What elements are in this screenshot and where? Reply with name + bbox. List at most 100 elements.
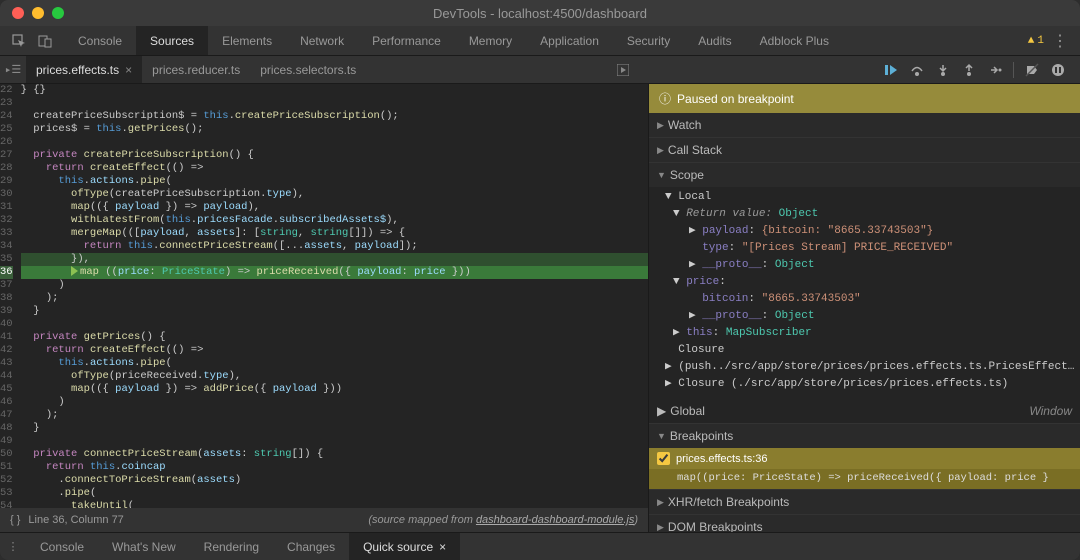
- maximize-window[interactable]: [52, 7, 64, 19]
- code-line[interactable]: return createEffect(() =>: [21, 162, 648, 175]
- code-line[interactable]: map(({ payload }) => payload),: [21, 201, 648, 214]
- step-button[interactable]: [983, 59, 1007, 81]
- code-line[interactable]: );: [21, 409, 648, 422]
- code-line[interactable]: .pipe(: [21, 487, 648, 500]
- pause-exceptions-button[interactable]: [1046, 59, 1070, 81]
- gutter-line[interactable]: 31: [0, 201, 13, 214]
- code-line[interactable]: this.actions.pipe(: [21, 357, 648, 370]
- code-line[interactable]: );: [21, 292, 648, 305]
- step-out-button[interactable]: [957, 59, 981, 81]
- file-tab[interactable]: prices.reducer.ts: [142, 56, 250, 83]
- gutter-line[interactable]: 52: [0, 474, 13, 487]
- source-map-link[interactable]: dashboard-dashboard-module.js: [476, 514, 634, 526]
- code-line[interactable]: }: [21, 305, 648, 318]
- gutter-line[interactable]: 39: [0, 305, 13, 318]
- gutter-line[interactable]: 54: [0, 500, 13, 508]
- panel-tab-adblock-plus[interactable]: Adblock Plus: [746, 26, 843, 55]
- scope-local[interactable]: ▼ Local: [649, 189, 1080, 206]
- file-tab[interactable]: prices.selectors.ts: [250, 56, 366, 83]
- panel-tab-audits[interactable]: Audits: [684, 26, 745, 55]
- xhr-breakpoints-section[interactable]: ▶XHR/fetch Breakpoints: [649, 490, 1080, 514]
- breakpoint-checkbox[interactable]: [657, 452, 670, 465]
- code-line[interactable]: ): [21, 279, 648, 292]
- gutter-line[interactable]: 48: [0, 422, 13, 435]
- code-line[interactable]: .connectToPriceStream(assets): [21, 474, 648, 487]
- panel-tab-performance[interactable]: Performance: [358, 26, 455, 55]
- gutter-line[interactable]: 34: [0, 240, 13, 253]
- scope-return[interactable]: ▼ Return value: Object: [649, 206, 1080, 223]
- deactivate-breakpoints-button[interactable]: [1020, 59, 1044, 81]
- gutter-line[interactable]: 25: [0, 123, 13, 136]
- gutter-line[interactable]: 38: [0, 292, 13, 305]
- gutter-line[interactable]: 23: [0, 97, 13, 110]
- kebab-menu-icon[interactable]: ⋮: [1052, 31, 1068, 51]
- code-editor[interactable]: 2223242526272829303132333435363738394041…: [0, 84, 648, 508]
- file-tab[interactable]: prices.effects.ts×: [26, 56, 142, 83]
- code-line[interactable]: mergeMap(([payload, assets]: [string, st…: [21, 227, 648, 240]
- callstack-section[interactable]: ▶Call Stack: [649, 138, 1080, 162]
- code-line[interactable]: [21, 318, 648, 331]
- code-line[interactable]: return createEffect(() =>: [21, 344, 648, 357]
- code-line[interactable]: private getPrices() {: [21, 331, 648, 344]
- gutter-line[interactable]: 45: [0, 383, 13, 396]
- code-line[interactable]: takeUntil(: [21, 500, 648, 508]
- code-line[interactable]: }: [21, 422, 648, 435]
- code-line[interactable]: ofType(priceReceived.type),: [21, 370, 648, 383]
- gutter-line[interactable]: 30: [0, 188, 13, 201]
- panel-tab-network[interactable]: Network: [286, 26, 358, 55]
- code-line[interactable]: [21, 97, 648, 110]
- code-line[interactable]: [21, 435, 648, 448]
- code-line[interactable]: this.actions.pipe(: [21, 175, 648, 188]
- code-line[interactable]: map ((price: PriceState) => priceReceive…: [21, 266, 648, 279]
- gutter-line[interactable]: 53: [0, 487, 13, 500]
- panel-tab-sources[interactable]: Sources: [136, 26, 208, 55]
- drawer-tab-changes[interactable]: Changes: [273, 533, 349, 560]
- gutter-line[interactable]: 29: [0, 175, 13, 188]
- drawer-tab-what-s-new[interactable]: What's New: [98, 533, 190, 560]
- gutter-line[interactable]: 37: [0, 279, 13, 292]
- gutter-line[interactable]: 47: [0, 409, 13, 422]
- step-into-button[interactable]: [931, 59, 955, 81]
- close-icon[interactable]: ×: [439, 540, 446, 554]
- scope-payload[interactable]: ▶ payload: {bitcoin: "8665.33743503"}: [649, 223, 1080, 240]
- gutter-line[interactable]: 32: [0, 214, 13, 227]
- code-line[interactable]: prices$ = this.getPrices();: [21, 123, 648, 136]
- gutter-line[interactable]: 44: [0, 370, 13, 383]
- scope-section[interactable]: ▼Scope: [649, 163, 1080, 187]
- code-line[interactable]: [21, 136, 648, 149]
- scope-global[interactable]: ▶GlobalWindow: [649, 399, 1080, 423]
- gutter-line[interactable]: 28: [0, 162, 13, 175]
- drawer-tab-rendering[interactable]: Rendering: [190, 533, 273, 560]
- drawer-menu-icon[interactable]: ⋮: [0, 540, 26, 554]
- gutter-line[interactable]: 22: [0, 84, 13, 97]
- panel-tab-application[interactable]: Application: [526, 26, 613, 55]
- minimize-window[interactable]: [32, 7, 44, 19]
- scope-price[interactable]: ▼ price:: [649, 274, 1080, 291]
- scope-proto-1[interactable]: ▶ __proto__: Object: [649, 257, 1080, 274]
- panel-tab-elements[interactable]: Elements: [208, 26, 286, 55]
- scope-closure-detail[interactable]: ▶ (push../src/app/store/prices/prices.ef…: [649, 359, 1080, 376]
- scope-type[interactable]: type: "[Prices Stream] PRICE_RECEIVED": [649, 240, 1080, 257]
- code-line[interactable]: createPriceSubscription$ = this.createPr…: [21, 110, 648, 123]
- gutter-line[interactable]: 26: [0, 136, 13, 149]
- panel-tab-security[interactable]: Security: [613, 26, 684, 55]
- panel-tab-memory[interactable]: Memory: [455, 26, 526, 55]
- drawer-tab-quick-source[interactable]: Quick source ×: [349, 533, 460, 560]
- code-line[interactable]: return this.connectPriceStream([...asset…: [21, 240, 648, 253]
- gutter-line[interactable]: 41: [0, 331, 13, 344]
- pretty-print-icon[interactable]: { }: [10, 514, 20, 526]
- warning-badge[interactable]: ▲ 1: [1028, 35, 1044, 47]
- gutter-line[interactable]: 46: [0, 396, 13, 409]
- gutter-line[interactable]: 33: [0, 227, 13, 240]
- step-over-button[interactable]: [905, 59, 929, 81]
- gutter-line[interactable]: 35: [0, 253, 13, 266]
- scope-closure-2[interactable]: ▶ Closure (./src/app/store/prices/prices…: [649, 376, 1080, 393]
- gutter-line[interactable]: 27: [0, 149, 13, 162]
- code-line[interactable]: private createPriceSubscription() {: [21, 149, 648, 162]
- inspect-element-icon[interactable]: [8, 30, 30, 52]
- code-line[interactable]: ): [21, 396, 648, 409]
- code-line[interactable]: withLatestFrom(this.pricesFacade.subscri…: [21, 214, 648, 227]
- scope-this[interactable]: ▶ this: MapSubscriber: [649, 325, 1080, 342]
- breakpoint-item[interactable]: prices.effects.ts:36: [649, 448, 1080, 469]
- dom-breakpoints-section[interactable]: ▶DOM Breakpoints: [649, 515, 1080, 532]
